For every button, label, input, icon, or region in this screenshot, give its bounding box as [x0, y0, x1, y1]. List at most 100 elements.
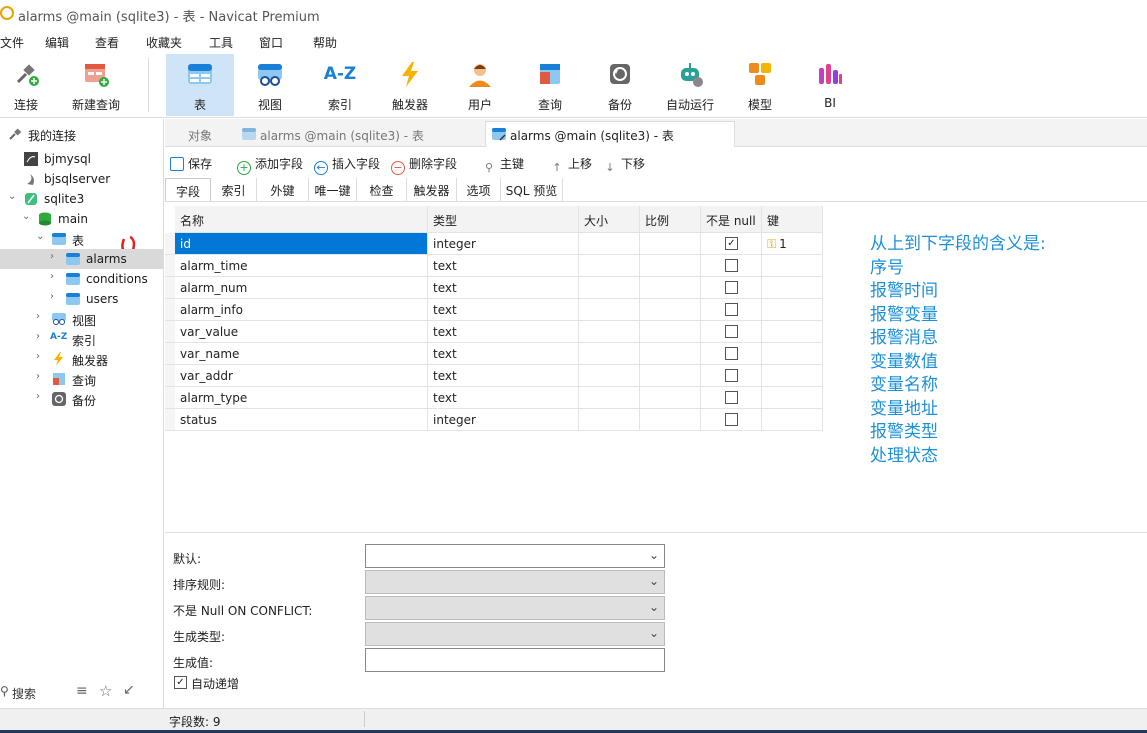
move-down-button[interactable]: ↓ 下移 [603, 155, 645, 176]
tree-queries-group[interactable]: › 查询 [0, 369, 163, 389]
field-size-cell[interactable] [579, 299, 640, 321]
tree-connection-bjmysql[interactable]: bjmysql [0, 149, 163, 169]
menu-view[interactable]: 查看 [95, 34, 119, 51]
field-scale-cell[interactable] [640, 255, 701, 277]
key-cell[interactable] [762, 321, 823, 343]
tab-alarms-1[interactable]: alarms @main (sqlite3) - 表 [236, 121, 484, 147]
subtab-unique-keys[interactable]: 唯一键 [309, 178, 357, 201]
column-header-not-null[interactable]: 不是 null [701, 206, 762, 233]
generated-value-input[interactable] [365, 648, 665, 672]
field-size-cell[interactable] [579, 409, 640, 431]
chevron-right-icon[interactable]: › [36, 331, 46, 342]
not-null-cell[interactable] [701, 321, 762, 343]
tree-views-group[interactable]: › 视图 [0, 309, 163, 329]
column-header-name[interactable]: 名称 [175, 206, 428, 233]
field-name-cell[interactable]: alarm_info [175, 299, 428, 321]
chevron-right-icon[interactable]: › [50, 291, 60, 302]
column-header-type[interactable]: 类型 [428, 206, 579, 233]
key-cell[interactable] [762, 277, 823, 299]
field-scale-cell[interactable] [640, 299, 701, 321]
not-null-checkbox[interactable] [725, 281, 738, 294]
key-cell[interactable] [762, 299, 823, 321]
menu-tools[interactable]: 工具 [209, 34, 233, 51]
tab-alarms-2-active[interactable]: alarms @main (sqlite3) - 表 [485, 121, 735, 147]
menu-favorites[interactable]: 收藏夹 [146, 34, 182, 51]
tree-table-conditions[interactable]: › conditions [0, 269, 163, 289]
menu-edit[interactable]: 编辑 [45, 34, 69, 51]
subtab-fields[interactable]: 字段 [165, 178, 211, 201]
subtab-triggers[interactable]: 触发器 [407, 178, 457, 201]
field-name-cell[interactable]: alarm_num [175, 277, 428, 299]
chevron-right-icon[interactable]: › [50, 271, 60, 282]
chevron-right-icon[interactable]: › [36, 391, 46, 402]
move-up-button[interactable]: ↑ 上移 [550, 155, 592, 176]
toolbar-trigger-button[interactable]: 触发器 [376, 54, 444, 116]
not-null-checkbox[interactable] [725, 413, 738, 426]
menu-file[interactable]: 文件 [0, 34, 24, 51]
delete-field-button[interactable]: − 删除字段 [391, 155, 457, 175]
field-size-cell[interactable] [579, 255, 640, 277]
field-size-cell[interactable] [579, 387, 640, 409]
primary-key-button[interactable]: ⚲ 主键 [482, 155, 524, 176]
row-marker[interactable] [165, 233, 175, 255]
not-null-cell[interactable] [701, 409, 762, 431]
subtab-indexes[interactable]: 索引 [211, 178, 257, 201]
column-header-key[interactable]: 键 [762, 206, 823, 233]
column-header-size[interactable]: 大小 [579, 206, 640, 233]
default-select[interactable]: ⌄ [365, 544, 665, 568]
field-name-cell[interactable]: alarm_time [175, 255, 428, 277]
tree-triggers-group[interactable]: › 触发器 [0, 349, 163, 369]
toolbar-table-button[interactable]: 表 [166, 54, 234, 116]
tree-connection-bjsqlserver[interactable]: bjsqlserver [0, 169, 163, 189]
tree-connection-sqlite3[interactable]: ⌄ sqlite3 [0, 189, 163, 209]
not-null-cell[interactable]: ✓ [701, 233, 762, 255]
field-scale-cell[interactable] [640, 387, 701, 409]
chevron-right-icon[interactable]: › [36, 311, 46, 322]
tree-table-alarms[interactable]: › alarms [0, 249, 163, 269]
toolbar-bi-button[interactable]: BI [796, 54, 864, 116]
not-null-checkbox[interactable] [725, 391, 738, 404]
chevron-down-icon[interactable]: ⌄ [36, 231, 46, 242]
field-type-cell[interactable]: text [428, 365, 579, 387]
generated-type-select[interactable]: ⌄ [365, 622, 665, 646]
not-null-cell[interactable] [701, 387, 762, 409]
toolbar-new-query-button[interactable]: 新建查询 [62, 54, 130, 116]
field-name-cell[interactable]: id [175, 233, 428, 255]
not-null-cell[interactable] [701, 365, 762, 387]
star-icon[interactable]: ☆ [99, 682, 112, 700]
chevron-right-icon[interactable]: › [36, 351, 46, 362]
toolbar-automation-button[interactable]: 自动运行 [656, 54, 724, 116]
toolbar-connect-button[interactable]: 连接 [0, 54, 60, 116]
chevron-right-icon[interactable]: › [36, 371, 46, 382]
toolbar-view-button[interactable]: 视图 [236, 54, 304, 116]
tree-table-users[interactable]: › users [0, 289, 163, 309]
collapse-icon[interactable]: ↙ [123, 682, 135, 698]
field-scale-cell[interactable] [640, 365, 701, 387]
insert-field-button[interactable]: ← 插入字段 [314, 155, 380, 175]
not-null-checkbox[interactable] [725, 369, 738, 382]
field-type-cell[interactable]: integer [428, 233, 579, 255]
field-size-cell[interactable] [579, 233, 640, 255]
not-null-cell[interactable] [701, 255, 762, 277]
field-size-cell[interactable] [579, 343, 640, 365]
add-field-button[interactable]: + 添加字段 [237, 155, 303, 175]
toolbar-backup-button[interactable]: 备份 [586, 54, 654, 116]
field-type-cell[interactable]: text [428, 255, 579, 277]
toolbar-query-button[interactable]: 查询 [516, 54, 584, 116]
field-scale-cell[interactable] [640, 321, 701, 343]
field-type-cell[interactable]: text [428, 277, 579, 299]
row-marker[interactable] [165, 299, 175, 321]
tree-backups-group[interactable]: › 备份 [0, 389, 163, 409]
not-null-checkbox[interactable] [725, 259, 738, 272]
field-name-cell[interactable]: status [175, 409, 428, 431]
field-size-cell[interactable] [579, 277, 640, 299]
subtab-checks[interactable]: 检查 [357, 178, 407, 201]
field-type-cell[interactable]: text [428, 387, 579, 409]
not-null-cell[interactable] [701, 277, 762, 299]
row-marker[interactable] [165, 321, 175, 343]
key-cell[interactable]: ⚿ 1 [762, 233, 823, 255]
column-header-scale[interactable]: 比例 [640, 206, 701, 233]
row-marker[interactable] [165, 409, 175, 431]
row-marker[interactable] [165, 277, 175, 299]
chevron-down-icon[interactable]: ⌄ [8, 191, 18, 202]
